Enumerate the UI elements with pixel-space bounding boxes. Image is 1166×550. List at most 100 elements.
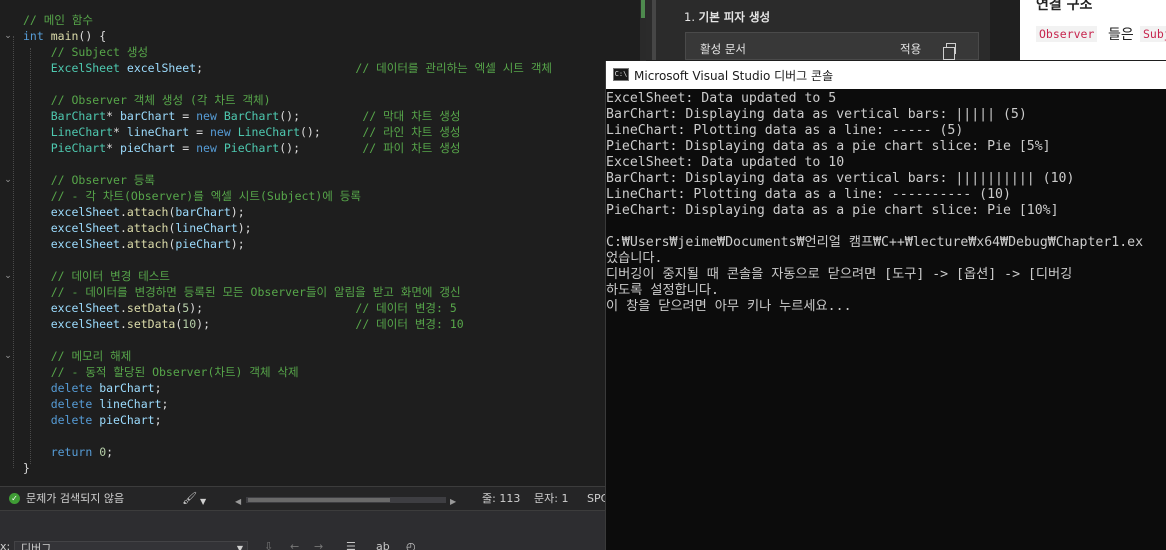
code-line[interactable]: BarChart* barChart = new BarChart(); // …: [23, 108, 461, 124]
code-token: // 막대 차트 생성: [362, 109, 461, 123]
code-token: // - 각 차트(Observer)를 엑셀 시트(Subject)에 등록: [50, 189, 361, 203]
code-line[interactable]: // - 데이터를 변경하면 등록된 모든 Observer들이 알림을 받고 …: [23, 284, 461, 300]
line-number[interactable]: 줄: 113: [482, 492, 520, 505]
code-cleanup-icon[interactable]: 🖌: [182, 492, 197, 505]
column-number[interactable]: 문자: 1: [534, 492, 568, 505]
console-line: BarChart: Displaying data as vertical ba…: [606, 107, 1027, 122]
debug-console-window[interactable]: C:\ Microsoft Visual Studio 디버그 콘솔 Excel…: [605, 61, 1166, 550]
code-token: () {: [78, 29, 107, 43]
step-title: 기본 피자 생성: [698, 10, 771, 24]
code-token: );: [230, 205, 245, 219]
code-line[interactable]: PieChart* pieChart = new PieChart(); // …: [23, 140, 461, 156]
output-source-dropdown[interactable]: 디버그 ▼: [14, 541, 248, 550]
code-line[interactable]: // 메인 함수: [23, 12, 93, 28]
code-token: excelSheet: [50, 301, 120, 315]
blog-text: 들은: [1108, 27, 1134, 43]
console-line: LineChart: Plotting data as a line: ----…: [606, 123, 964, 138]
scroll-left-icon[interactable]: ◀: [235, 495, 241, 508]
console-line: LineChart: Plotting data as a line: ----…: [606, 187, 1011, 202]
forward-icon[interactable]: →: [314, 540, 323, 550]
code-token: new: [209, 125, 231, 139]
fold-guide: [13, 36, 14, 468]
fold-toggle-icon[interactable]: ⌄: [3, 175, 13, 185]
code-line[interactable]: delete pieChart;: [23, 412, 162, 428]
code-token: return: [50, 445, 93, 459]
code-line[interactable]: // Observer 객체 생성 (각 차트 객체): [23, 92, 271, 108]
docs-scrollbar[interactable]: [990, 0, 1020, 60]
code-token: );: [189, 301, 356, 315]
code-line[interactable]: int main() {: [23, 28, 106, 44]
console-line: 었습니다.: [606, 251, 663, 266]
code-line[interactable]: // 메모리 해제: [23, 348, 132, 364]
find-icon[interactable]: ⇩: [264, 540, 273, 550]
console-output: ExcelSheet: Data updated to 5 BarChart: D…: [606, 91, 1166, 315]
code-line[interactable]: ExcelSheet excelSheet; // 데이터를 관리하는 엑셀 시…: [23, 60, 552, 76]
code-token: attach: [126, 205, 169, 219]
code-line[interactable]: excelSheet.attach(lineChart);: [23, 220, 252, 236]
scroll-right-icon[interactable]: ▶: [450, 495, 456, 508]
code-token: main: [50, 29, 79, 43]
clock-icon[interactable]: ◴: [406, 540, 416, 550]
chevron-down-icon[interactable]: ▼: [200, 495, 206, 508]
code-token: ();: [279, 141, 363, 155]
code-token: PieChart: [223, 141, 280, 155]
splitter[interactable]: [646, 0, 668, 60]
code-line[interactable]: }: [23, 460, 30, 476]
code-token: );: [237, 221, 252, 235]
code-line[interactable]: excelSheet.setData(10); // 데이터 변경: 10: [23, 316, 464, 332]
console-line: PieChart: Displaying data as a pie chart…: [606, 139, 1051, 154]
code-token: excelSheet: [126, 61, 197, 75]
code-token: // 데이터 변경: 5: [355, 301, 457, 315]
console-line: 하도록 설정합니다.: [606, 283, 719, 298]
horizontal-scroll-thumb[interactable]: [248, 498, 390, 502]
editor-status-bar: ✓ 문제가 검색되지 않음 🖌 ▼ ◀ ▶ 줄: 113 문자: 1 SPC: [0, 486, 608, 510]
code-editor[interactable]: // 메인 함수 int main() { // Subject 생성 Excel…: [0, 0, 640, 486]
code-line[interactable]: // Subject 생성: [23, 44, 148, 60]
code-line[interactable]: // - 각 차트(Observer)를 엑셀 시트(Subject)에 등록: [23, 188, 361, 204]
code-line[interactable]: delete lineChart;: [23, 396, 169, 412]
splitter-handle[interactable]: [652, 0, 656, 60]
fold-toggle-icon[interactable]: ⌄: [3, 271, 13, 281]
code-token: attach: [126, 221, 169, 235]
code-token: setData: [126, 301, 176, 315]
code-line[interactable]: LineChart* lineChart = new LineChart(); …: [23, 124, 461, 140]
code-token: // 데이터 변경 테스트: [50, 269, 170, 283]
code-line[interactable]: // - 동적 할당된 Observer(차트) 객체 삭제: [23, 364, 299, 380]
active-document-row[interactable]: 활성 문서 적용: [685, 32, 979, 60]
code-line[interactable]: // Observer 등록: [23, 172, 155, 188]
clear-all-icon[interactable]: ☰: [346, 540, 356, 550]
code-line[interactable]: excelSheet.attach(pieChart);: [23, 236, 245, 252]
code-line[interactable]: excelSheet.setData(5); // 데이터 변경: 5: [23, 300, 457, 316]
code-line[interactable]: excelSheet.attach(barChart);: [23, 204, 245, 220]
code-line[interactable]: return 0;: [23, 444, 113, 460]
code-line[interactable]: delete barChart;: [23, 380, 162, 396]
word-wrap-icon[interactable]: ab: [376, 540, 390, 550]
scrollbar-change-marker: [641, 0, 645, 18]
console-titlebar[interactable]: C:\ Microsoft Visual Studio 디버그 콘솔: [606, 61, 1166, 89]
code-token: // 파이 차트 생성: [362, 141, 461, 155]
console-line: ExcelSheet: Data updated to 5: [606, 91, 837, 106]
code-token: =: [175, 141, 197, 155]
code-line[interactable]: // 데이터 변경 테스트: [23, 268, 170, 284]
back-icon[interactable]: ←: [290, 540, 299, 550]
fold-toggle-icon[interactable]: ⌄: [3, 31, 13, 41]
code-token: ;: [154, 413, 162, 427]
issues-status[interactable]: 문제가 검색되지 않음: [26, 492, 124, 505]
apply-button[interactable]: 적용: [900, 41, 921, 57]
copy-icon[interactable]: [943, 43, 956, 60]
fold-toggle-icon[interactable]: ⌄: [3, 351, 13, 361]
output-source-label: x:: [0, 540, 11, 550]
console-line: 이 창을 닫으려면 아무 키나 누르세요...: [606, 299, 852, 314]
console-app-icon: C:\: [613, 68, 629, 81]
